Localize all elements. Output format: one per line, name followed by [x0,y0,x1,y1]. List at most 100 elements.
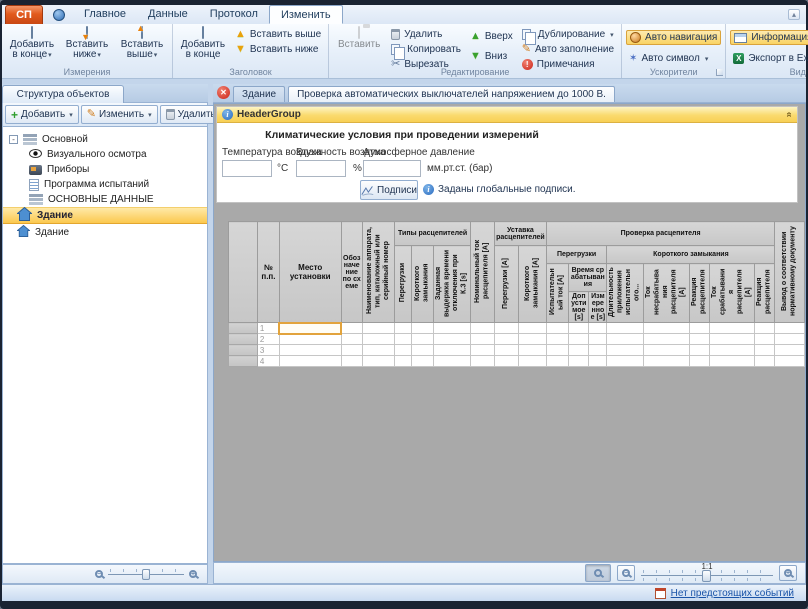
col-time-allowed: Допустимое [s] [568,291,590,323]
down-arrow-icon: ▼ [469,50,481,62]
zoom-slider[interactable]: 1:1 [641,562,773,583]
insert-above-button[interactable]: ▲ Вставить выше▾ [116,23,168,62]
col-type-short: Короткого замыкания [411,245,435,323]
document-tab-check[interactable]: Проверка автоматических выключателей нап… [288,86,615,102]
chevron-down-icon: ▾ [69,111,73,119]
sidebar-title-tab[interactable]: Структура объектов [2,85,124,103]
collapse-expander-icon[interactable]: - [9,135,18,144]
duplicate-button[interactable]: Дублирование ▾ [519,28,617,45]
ribbon-options-icon[interactable]: ▴ [788,9,800,20]
pressure-unit: мм.рт.ст. (бар) [427,163,493,174]
tab-home[interactable]: Главное [73,5,137,24]
tree-item-building-selected[interactable]: Здание [3,206,207,224]
zoom-in-icon[interactable]: + [189,570,197,578]
col-place: Место установки [278,221,342,323]
slider-thumb[interactable] [702,570,711,582]
group-accelerators: Авто навигация ✶ Авто символ ▾ Ускорител… [622,24,727,78]
group-label: Вид [789,67,806,77]
col-test-current: Испытательный ток [А] [545,263,570,323]
quick-access-icon[interactable] [53,9,65,21]
data-info-button[interactable]: Информация о данных. [730,30,808,45]
tree-zoom-slider[interactable] [108,566,184,582]
row-number: 1 [256,322,280,334]
document-tab-building[interactable]: Здание [233,86,286,102]
col-reaction-2: Реакция расцепителя [754,263,776,323]
tree-edit-button[interactable]: ✎ Изменить ▾ [80,105,158,124]
zoom-out-icon[interactable]: − [95,570,103,578]
col-conclusion: Вывод о соответствии нормативному докуме… [774,221,805,323]
header-insert-above-button[interactable]: ▲ Вставить выше [232,28,324,41]
plus-icon: + [11,107,19,122]
row-gutter[interactable] [228,355,258,367]
collapse-panel-icon[interactable]: « [784,112,795,118]
tab-edit[interactable]: Изменить [268,5,343,24]
header-add-at-end-button[interactable]: Добавить в конце [177,26,229,61]
application-menu-button[interactable]: СП [5,5,43,24]
ribbon: Добавить в конце▾ ▼ Вставить ниже▾ ▲ Вст… [2,23,808,79]
signatures-button[interactable]: Подписи [360,180,418,200]
group-label: Заголовок [229,67,272,77]
tree-item-devices[interactable]: Приборы [3,162,207,177]
chevron-down-icon: ▾ [97,52,101,59]
col-time-measured: Измеренное [s] [588,291,608,323]
document-tabstrip: ✕ Здание Проверка автоматических выключа… [213,84,806,103]
document-body: i HeaderGroup « Климатические условия пр… [213,103,806,562]
col-setting-short: Короткого замыкания [А] [517,245,547,323]
row-gutter[interactable] [228,322,258,334]
auto-navigation-button[interactable]: Авто навигация [626,30,722,45]
row-gutter[interactable] [228,344,258,356]
group-editing: Вставить Удалить Копировать ✂ Вырезать ▲… [329,24,623,78]
tab-data[interactable]: Данные [137,5,199,24]
autofill-icon: ✎ [521,43,531,55]
group-label: Измерения [63,67,111,77]
export-excel-button[interactable]: X Экспорт в Excel [730,52,808,65]
tree-item-main-data[interactable]: ОСНОВНЫЕ ДАННЫЕ [3,192,207,207]
close-tab-icon[interactable]: ✕ [217,86,230,99]
corner-header [228,221,258,323]
add-at-end-button[interactable]: Добавить в конце▾ [6,26,58,62]
house-icon [16,206,33,224]
tree-item-test-program[interactable]: Программа испытаний [3,177,207,192]
header-group-titlebar[interactable]: i HeaderGroup « [217,107,797,123]
tree-item-visual-inspection[interactable]: Визуального осмотра [3,147,207,162]
humidity-input[interactable] [296,160,346,177]
chevron-down-icon: ▾ [610,31,614,39]
zoom-out-button[interactable]: − [617,565,635,581]
delete-button[interactable]: Удалить [388,28,464,41]
document-zoom-bar: − 1:1 + [213,562,806,584]
zoom-mode-button[interactable] [585,564,611,582]
row-gutter[interactable] [228,333,258,345]
dialog-launcher-icon[interactable] [716,69,724,76]
app-window: СП Главное Данные Протокол Изменить ▴ До… [0,0,808,609]
zoom-in-button[interactable]: + [779,565,797,581]
group-header: Добавить в конце ▲ Вставить выше ▼ Встав… [173,24,330,78]
tree-add-button[interactable]: + Добавить ▾ [5,105,79,124]
auto-symbol-button[interactable]: ✶ Авто символ ▾ [626,52,721,65]
col-designation: Обозначение по схеме [340,221,363,323]
tree-item-building[interactable]: Здание [3,224,207,241]
insert-below-button[interactable]: ▼ Вставить ниже▾ [61,26,113,62]
temperature-input[interactable] [222,160,272,177]
insert-below-icon: ▼ [235,43,246,55]
col-setting-overload: Перегрузки [А] [494,245,519,323]
selected-cell[interactable] [278,321,343,335]
pressure-input[interactable] [363,160,421,177]
slider-thumb[interactable] [142,569,150,580]
move-down-button[interactable]: ▼ Вниз [467,50,516,63]
info-icon: i [423,184,434,195]
copy-button[interactable]: Копировать [388,43,464,60]
zoom-out-icon: − [622,569,630,577]
chevron-down-icon: ▾ [704,55,709,63]
tree-item-main[interactable]: - Основной [3,132,207,147]
group-check-overload: Перегрузки [545,245,608,264]
humidity-unit: % [353,163,362,174]
paste-button[interactable]: Вставить [333,26,385,51]
pencil-icon: ✎ [86,108,96,120]
upcoming-events-link[interactable]: Нет предстоящих событий [671,588,794,599]
device-icon [29,164,42,175]
tab-protocol[interactable]: Протокол [199,5,269,24]
move-up-button[interactable]: ▲ Вверх [467,30,516,43]
header-insert-below-button[interactable]: ▼ Вставить ниже [232,43,324,56]
temperature-unit: °C [277,163,289,174]
trash-icon [391,29,401,40]
